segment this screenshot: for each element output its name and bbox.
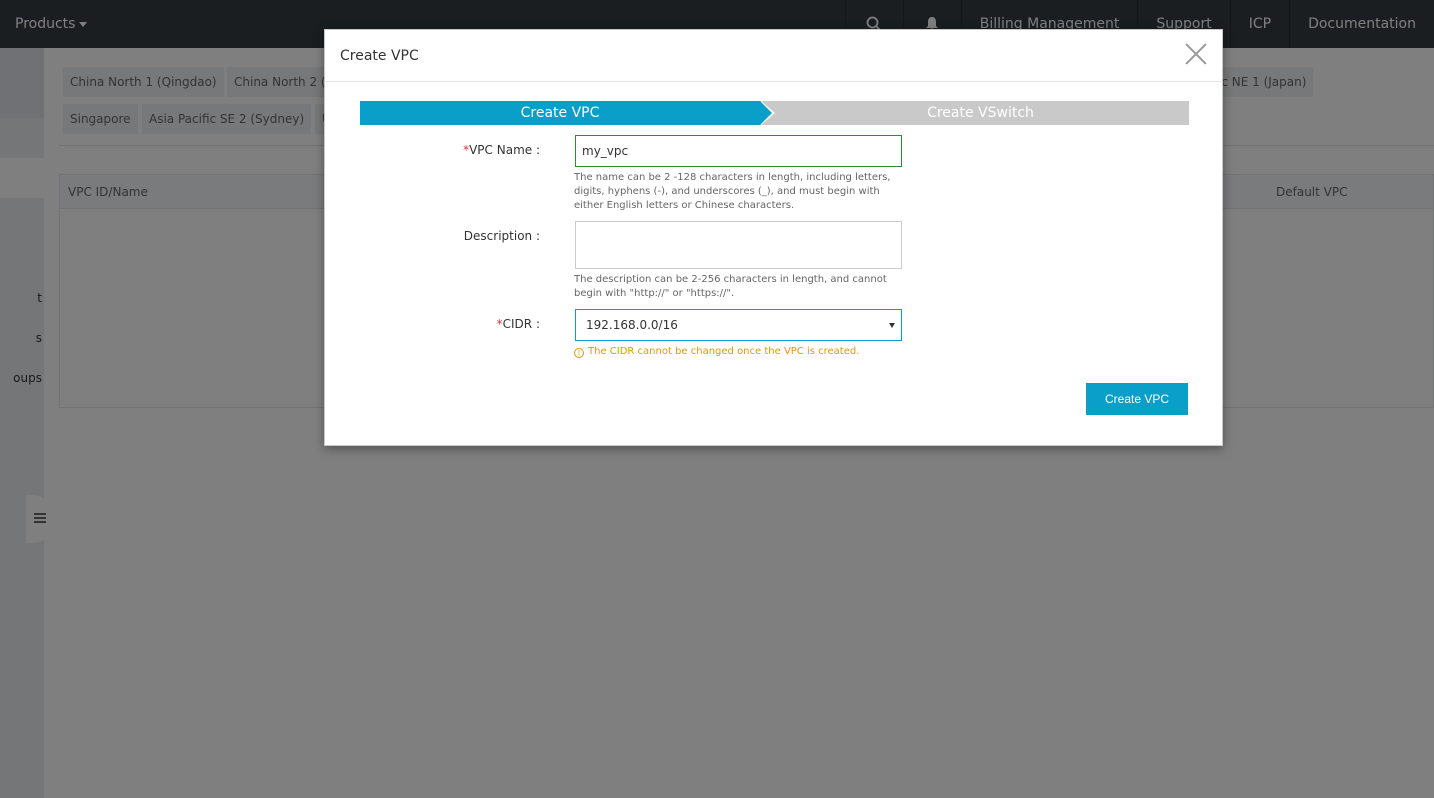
step-create-vswitch: Create VSwitch	[760, 101, 1189, 125]
cidr-label: *CIDR :	[497, 317, 540, 331]
vpc-name-label: *VPC Name :	[463, 143, 540, 157]
cidr-warning-text: The CIDR cannot be changed once the VPC …	[588, 346, 860, 357]
dialog-title: Create VPC	[340, 48, 419, 64]
dialog-header: Create VPC	[325, 30, 1222, 82]
close-icon[interactable]	[1185, 43, 1207, 65]
cidr-select[interactable]: 192.168.0.0/16	[575, 309, 902, 341]
description-label: Description :	[463, 229, 540, 243]
chevron-down-icon	[889, 323, 895, 328]
cidr-warning: ! The CIDR cannot be changed once the VPC…	[574, 346, 859, 358]
warning-icon: !	[574, 348, 584, 358]
vpc-name-help: The name can be 2 -128 characters in len…	[574, 172, 891, 211]
vpc-name-label-text: VPC Name :	[469, 143, 540, 157]
cidr-label-text: CIDR :	[502, 317, 540, 331]
wizard-steps: Create VPC Create VSwitch	[360, 101, 1189, 125]
create-vpc-dialog: Create VPC Create VPC Create VSwitch *VP…	[324, 29, 1223, 446]
description-help: The description can be 2-256 characters …	[574, 274, 887, 299]
create-vpc-button[interactable]: Create VPC	[1086, 383, 1188, 415]
description-textarea[interactable]	[575, 221, 902, 269]
step-create-vpc: Create VPC	[360, 101, 772, 125]
vpc-name-input[interactable]	[575, 135, 902, 167]
cidr-value: 192.168.0.0/16	[586, 318, 678, 332]
